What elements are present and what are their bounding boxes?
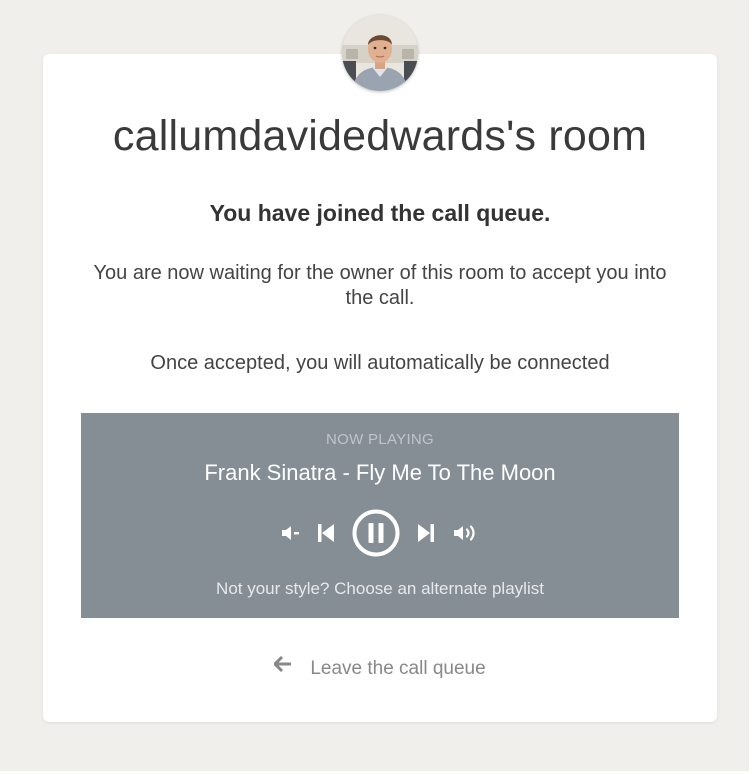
queue-joined-heading: You have joined the call queue. [209, 200, 551, 226]
room-card: callumdavidedwards's room You have joine… [43, 54, 717, 722]
music-player: NOW PLAYING Frank Sinatra - Fly Me To Th… [81, 413, 679, 618]
queue-connect-message: Once accepted, you will automatically be… [150, 352, 610, 374]
volume-down-icon[interactable] [281, 525, 301, 541]
skip-previous-icon[interactable] [317, 523, 335, 543]
skip-next-icon[interactable] [417, 523, 435, 543]
owner-avatar [342, 15, 418, 91]
volume-up-icon[interactable] [453, 523, 481, 543]
player-controls [81, 508, 679, 558]
leave-queue-button[interactable]: Leave the call queue [43, 655, 717, 683]
room-title: callumdavidedwards's room [112, 112, 648, 160]
alternate-playlist-link[interactable]: Not your style? Choose an alternate play… [81, 578, 679, 600]
arrow-left-icon [273, 653, 292, 681]
track-title: Frank Sinatra - Fly Me To The Moon [204, 460, 556, 485]
pause-circle-icon[interactable] [351, 508, 401, 558]
queue-waiting-message: You are now waiting for the owner of thi… [93, 262, 667, 309]
avatar-photo [342, 15, 418, 91]
now-playing-label: NOW PLAYING [325, 431, 435, 448]
leave-queue-label: Leave the call queue [310, 658, 486, 680]
